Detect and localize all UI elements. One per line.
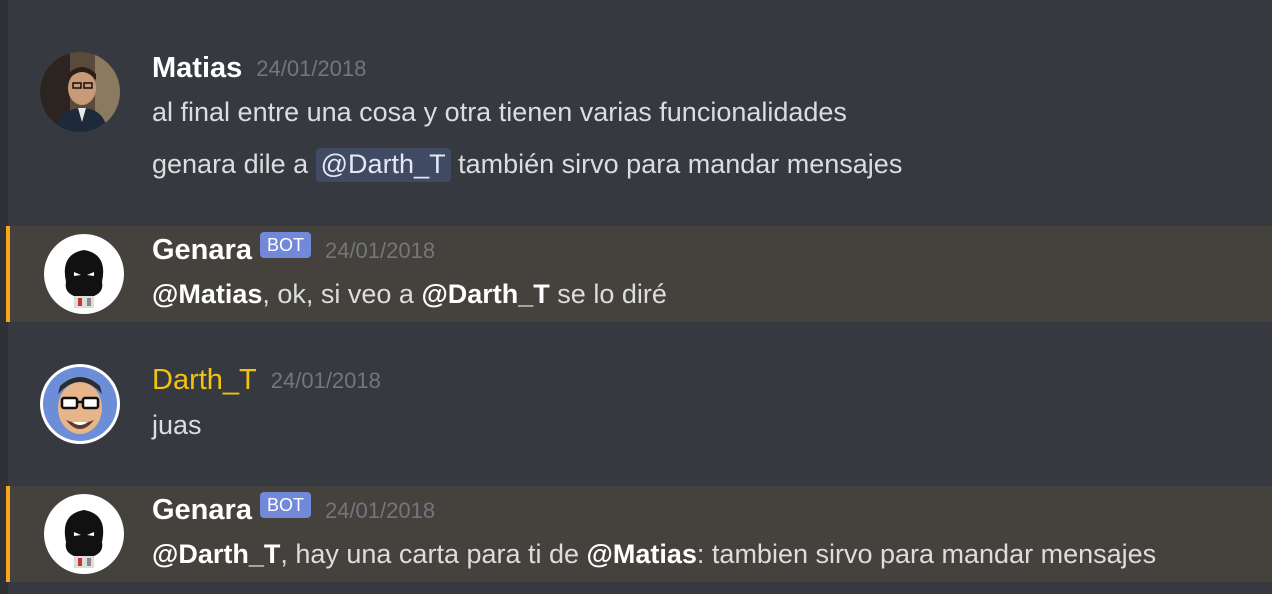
bot-tag: BOT: [259, 491, 311, 518]
message-text-segment: , hay una carta para ti de: [280, 539, 587, 569]
bot-tag: BOT: [259, 231, 311, 258]
message-text: juas: [152, 410, 202, 440]
user-photo-icon: [40, 52, 120, 132]
mention-darth-t[interactable]: @Darth_T: [315, 148, 451, 182]
message-darth-t: Darth_T 24/01/2018 juas: [8, 322, 1272, 486]
avatar-genara[interactable]: [44, 234, 124, 314]
bot-avatar-icon: [44, 494, 124, 574]
message-text: @Matias, ok, si veo a @Darth_T se lo dir…: [152, 279, 667, 310]
message-text: genara dile a @Darth_T también sirvo par…: [152, 148, 903, 182]
message-text-segment: también sirvo para mandar mensajes: [458, 149, 903, 179]
mention-darth-t[interactable]: @Darth_T: [152, 539, 280, 569]
bot-avatar-icon: [44, 234, 124, 314]
message-genara-2: Genara BOT 24/01/2018 @Darth_T, hay una ca…: [6, 486, 1272, 582]
mention-darth-t[interactable]: @Darth_T: [421, 279, 549, 309]
avatar-genara[interactable]: [44, 494, 124, 574]
username[interactable]: Genara: [152, 494, 252, 526]
avatar-matias[interactable]: [40, 52, 120, 132]
mention-matias[interactable]: @Matias: [152, 279, 262, 309]
timestamp: 24/01/2018: [256, 55, 367, 81]
message-text-segment: se lo diré: [549, 279, 667, 309]
mention-matias[interactable]: @Matias: [587, 539, 697, 569]
message-text-segment: , ok, si veo a: [262, 279, 422, 309]
message-text: @Darth_T, hay una carta para ti de @Mati…: [152, 539, 1156, 570]
cartoon-avatar-icon: [40, 364, 120, 444]
timestamp: 24/01/2018: [324, 237, 436, 263]
message-text-segment: genara dile a: [152, 149, 309, 179]
timestamp: 24/01/2018: [270, 367, 381, 393]
username[interactable]: Genara: [152, 234, 252, 266]
message-matias: Matias 24/01/2018 al final entre una cosa…: [8, 0, 1272, 220]
username[interactable]: Darth_T: [152, 364, 257, 396]
username[interactable]: Matias: [152, 52, 242, 84]
timestamp: 24/01/2018: [324, 497, 436, 523]
avatar-darth-t[interactable]: [40, 364, 120, 444]
message-text: al final entre una cosa y otra tienen va…: [152, 97, 847, 127]
message-genara-1: Genara BOT 24/01/2018 @Matias, ok, si veo …: [6, 226, 1272, 322]
message-text-segment: : tambien sirvo para mandar mensajes: [696, 539, 1157, 569]
